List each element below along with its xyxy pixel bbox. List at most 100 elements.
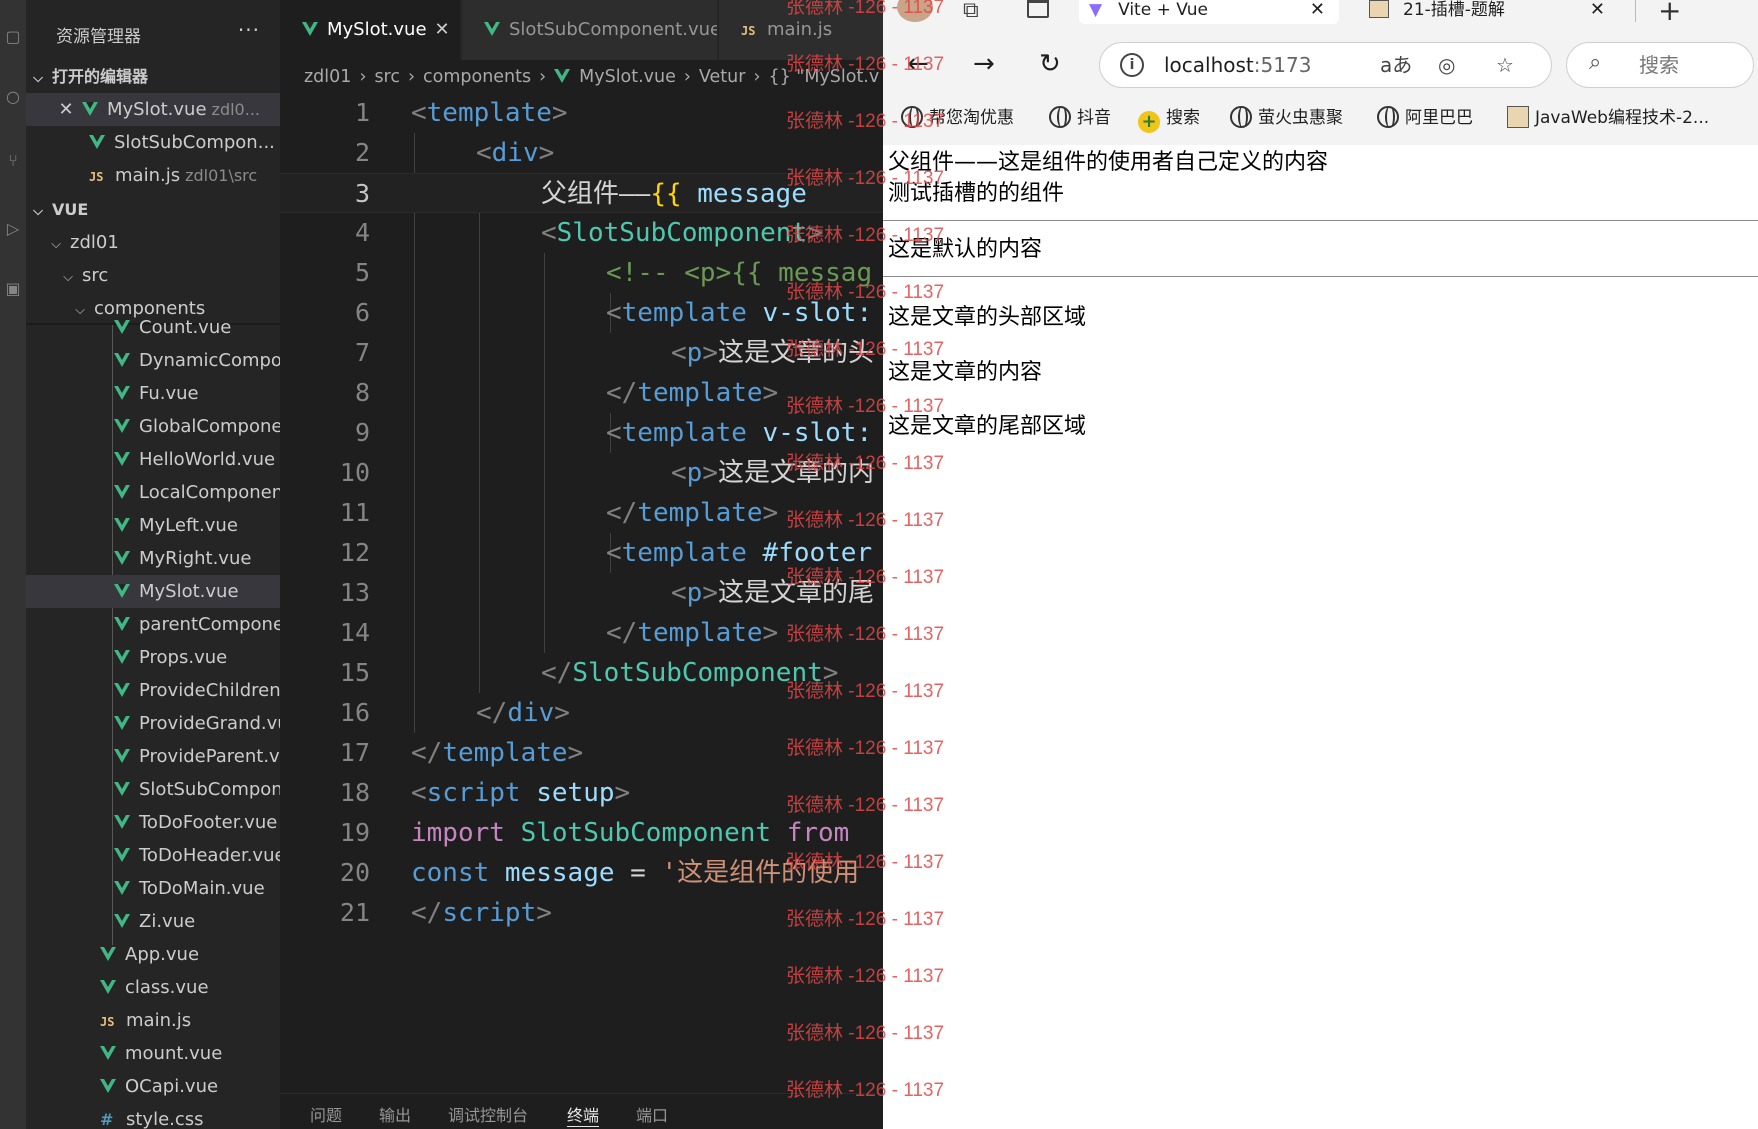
address-bar[interactable]: i localhost:5173 aあ ◎ ☆ <box>1099 42 1552 88</box>
bookmark-item[interactable]: + 搜索 <box>1138 105 1200 133</box>
close-icon[interactable]: ✕ <box>56 93 76 126</box>
close-icon[interactable]: ✕ <box>435 19 450 40</box>
file-item[interactable]: MyLeft.vue <box>26 509 280 542</box>
vue-icon <box>114 386 130 400</box>
bookmark-item[interactable]: 萤火虫惠聚 <box>1230 105 1343 131</box>
site-info-icon[interactable]: i <box>1120 53 1144 77</box>
browser-tab-active[interactable]: ▼ Vite + Vue ✕ <box>1079 0 1339 24</box>
file-item[interactable]: Props.vue <box>26 641 280 674</box>
open-editor-path: zdl01\src <box>185 166 258 185</box>
file-item[interactable]: ToDoHeader.vue <box>26 839 280 872</box>
file-item[interactable]: ToDoFooter.vue <box>26 806 280 839</box>
code-token: #footer <box>746 538 873 568</box>
vue-icon <box>114 782 130 796</box>
file-item[interactable]: # style.css <box>26 1103 280 1129</box>
file-item[interactable]: parentComponen... <box>26 608 280 641</box>
panel-tab-debug-console[interactable]: 调试控制台 <box>448 1102 528 1126</box>
file-name: ProvideParent.vue <box>139 746 280 767</box>
file-item[interactable]: MyRight.vue <box>26 542 280 575</box>
open-editors-header[interactable]: ⌵ 打开的编辑器 <box>26 60 280 93</box>
file-item[interactable]: GlobalComponen... <box>26 410 280 443</box>
tab-myslot[interactable]: MySlot.vue ✕ <box>280 0 460 60</box>
file-item[interactable]: mount.vue <box>26 1037 280 1070</box>
workspace-header[interactable]: ⌵ VUE <box>26 193 280 226</box>
file-item[interactable]: ProvideParent.vue <box>26 740 280 773</box>
file-item[interactable]: MySlot.vue <box>26 575 280 608</box>
panel-tab-problems[interactable]: 问题 <box>310 1102 342 1126</box>
bookmark-label: JavaWeb编程技术-2... <box>1535 108 1710 128</box>
tab-actions-icon[interactable] <box>1027 0 1049 18</box>
file-name: Zi.vue <box>139 911 196 932</box>
edge-app-icon[interactable]: ◎ <box>1438 43 1455 87</box>
open-editor-item[interactable]: ✕ MySlot.vue zdl0... <box>26 93 280 126</box>
globe-icon <box>901 106 923 128</box>
folder-item[interactable]: ⌵ zdl01 <box>26 226 280 259</box>
code-text: </div> <box>476 698 570 728</box>
favorite-star-icon[interactable]: ☆ <box>1496 43 1514 87</box>
url-port: :5173 <box>1253 53 1312 77</box>
folder-item[interactable]: ⌵ src <box>26 259 280 292</box>
read-aloud-icon[interactable]: aあ <box>1380 43 1412 87</box>
bookmark-item[interactable]: 阿里巴巴 <box>1377 105 1473 131</box>
source-control-icon[interactable]: ⑂ <box>2 150 24 172</box>
file-item[interactable]: ProvideGrand.vue <box>26 707 280 740</box>
code-token: div <box>507 698 555 728</box>
search-box[interactable]: ⌕ 搜索 <box>1566 42 1754 88</box>
line-number: 7 <box>354 338 370 367</box>
breadcrumb-item[interactable]: Vetur <box>699 67 746 87</box>
tab-mainjs[interactable]: JS main.js <box>719 0 883 60</box>
avatar[interactable] <box>897 0 933 22</box>
file-item[interactable]: App.vue <box>26 938 280 971</box>
files-icon[interactable]: ▢ <box>2 26 24 48</box>
new-tab-button[interactable]: + <box>1658 0 1681 27</box>
run-debug-icon[interactable]: ▷ <box>2 218 24 240</box>
file-item[interactable]: SlotSubCompone... <box>26 773 280 806</box>
open-editor-name: SlotSubCompon... <box>114 132 275 153</box>
panel-tab-terminal[interactable]: 终端 <box>567 1102 600 1127</box>
file-item[interactable]: ProvideChildren.v... <box>26 674 280 707</box>
breadcrumb-item[interactable]: zdl01 <box>304 67 351 87</box>
code-token: template <box>637 618 763 648</box>
file-item[interactable]: ToDoMain.vue <box>26 872 280 905</box>
code-text: const message = '这是组件的使用 <box>411 853 859 893</box>
panel-tab-output[interactable]: 输出 <box>379 1102 411 1126</box>
tab-slotsubcomponent[interactable]: SlotSubComponent.vue <box>462 0 717 60</box>
file-item[interactable]: Fu.vue <box>26 377 280 410</box>
panel-tab-ports[interactable]: 端口 <box>636 1102 668 1126</box>
bookmark-item[interactable]: 抖音 <box>1049 105 1111 131</box>
close-icon[interactable]: ✕ <box>1590 0 1605 20</box>
breadcrumb-item[interactable]: MySlot.vue <box>579 67 676 87</box>
breadcrumb-item[interactable]: components <box>423 67 531 87</box>
bookmark-item[interactable]: 帮您淘优惠 <box>901 105 1014 131</box>
url-text[interactable]: localhost:5173 <box>1164 43 1311 87</box>
file-item[interactable]: class.vue <box>26 971 280 1004</box>
file-item[interactable]: Zi.vue <box>26 905 280 938</box>
file-item[interactable]: DynamicCompon... <box>26 344 280 377</box>
reload-icon[interactable]: ↻ <box>1039 44 1061 84</box>
open-editor-item[interactable]: JS main.js zdl01\src <box>26 159 280 192</box>
bookmark-item[interactable]: JavaWeb编程技术-2... <box>1507 105 1709 131</box>
back-icon[interactable]: ← <box>907 44 929 84</box>
breadcrumb-item[interactable]: {} "MySlot.v <box>768 67 879 87</box>
file-item[interactable]: LocalComponent.... <box>26 476 280 509</box>
vue-icon <box>114 617 130 631</box>
file-name: LocalComponent.... <box>139 482 280 503</box>
search-icon[interactable]: ○ <box>2 86 24 108</box>
code-token: SlotSubComponent <box>504 818 787 848</box>
forward-icon[interactable]: → <box>973 44 995 84</box>
collections-icon[interactable]: ⧉ <box>963 0 979 23</box>
breadcrumb-item[interactable]: src <box>374 67 400 87</box>
file-item[interactable]: HelloWorld.vue <box>26 443 280 476</box>
file-item[interactable]: OCapi.vue <box>26 1070 280 1103</box>
browser-tab[interactable]: 21-插槽-题解 ✕ <box>1359 0 1619 24</box>
close-icon[interactable]: ✕ <box>1310 0 1325 20</box>
workspace-label: VUE <box>52 200 89 219</box>
extensions-icon[interactable]: ▣ <box>2 278 24 300</box>
more-actions-icon[interactable]: ··· <box>238 18 260 42</box>
page-text: 父组件——这是组件的使用者自己定义的内容 <box>888 150 1329 175</box>
url-host: localhost <box>1164 53 1254 77</box>
file-item[interactable]: Count.vue <box>26 311 280 344</box>
file-item[interactable]: JS main.js <box>26 1004 280 1037</box>
page-text: 这是文章的尾部区域 <box>888 414 1087 439</box>
open-editor-item[interactable]: SlotSubCompon... <box>26 126 280 159</box>
